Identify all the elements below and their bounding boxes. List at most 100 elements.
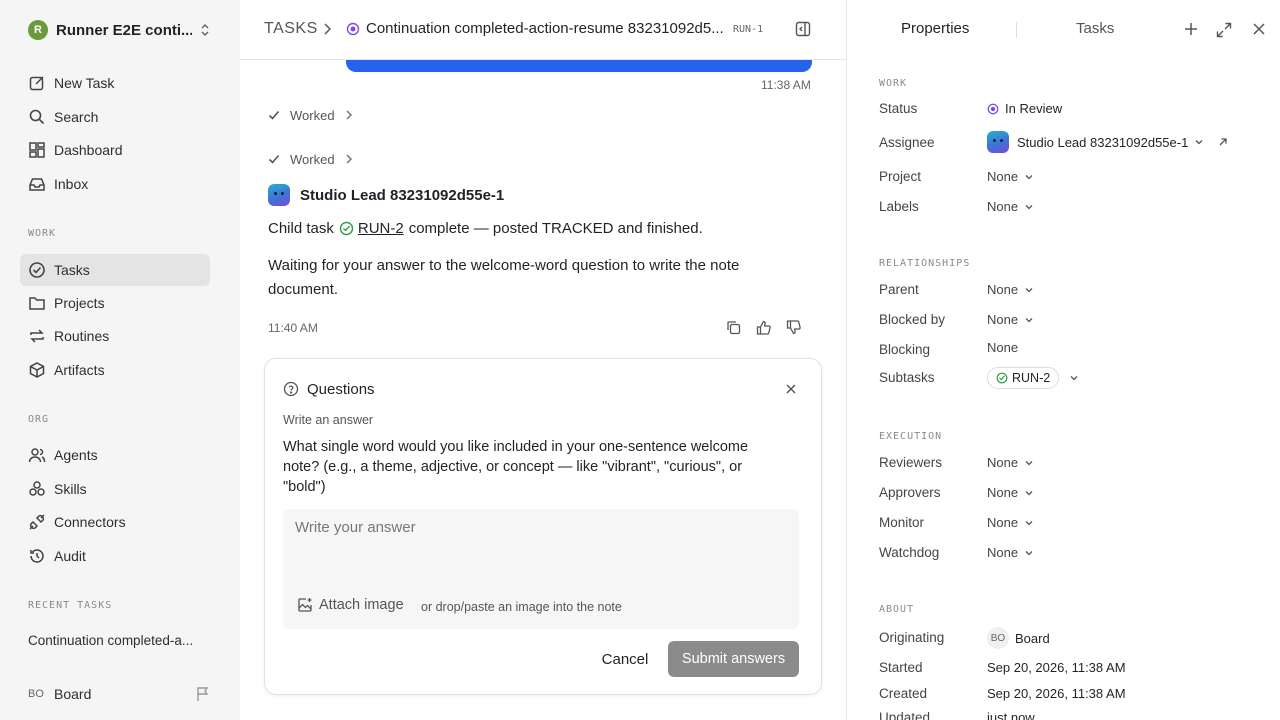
message-text: complete — posted TRACKED and finished. <box>408 220 703 237</box>
nav-dashboard[interactable]: Dashboard <box>20 134 210 166</box>
nav-routines[interactable]: Routines <box>20 320 210 352</box>
worked-toggle[interactable]: Worked <box>268 150 353 168</box>
help-circle-icon <box>283 381 299 397</box>
subtask-chip[interactable]: RUN-2 <box>987 367 1060 389</box>
nav-agents[interactable]: Agents <box>20 439 210 471</box>
nav-label: Agents <box>54 447 98 463</box>
section-label-org: ORG <box>28 414 50 425</box>
property-label: Started <box>879 660 923 675</box>
expand-icon[interactable] <box>1216 22 1232 38</box>
close-icon[interactable] <box>785 383 797 395</box>
blocked-by-value[interactable]: None <box>987 312 1034 327</box>
cancel-button[interactable]: Cancel <box>593 641 657 677</box>
answer-input[interactable] <box>283 509 799 579</box>
chevron-down-icon <box>1024 518 1034 528</box>
tab-tasks[interactable]: Tasks <box>1076 20 1114 37</box>
flag-icon[interactable] <box>196 686 210 702</box>
project-text: None <box>987 169 1019 184</box>
nav-label: Skills <box>54 481 87 497</box>
history-icon <box>28 547 46 565</box>
repeat-icon <box>28 327 46 345</box>
reviewers-value[interactable]: None <box>987 455 1034 470</box>
chevron-down-icon <box>1024 172 1034 182</box>
created-value: Sep 20, 2026, 11:38 AM <box>987 686 1126 701</box>
tab-properties[interactable]: Properties <box>901 20 969 37</box>
nav-artifacts[interactable]: Artifacts <box>20 354 210 386</box>
check-circle-icon <box>28 261 46 279</box>
property-label: Updated <box>879 710 931 720</box>
nav-search[interactable]: Search <box>20 101 210 133</box>
chevron-down-icon <box>1194 137 1204 147</box>
agent-avatar <box>268 184 290 206</box>
property-label: Parent <box>879 282 919 297</box>
workspace-logo: R <box>28 20 48 40</box>
subtasks-value: RUN-2 <box>987 367 1079 389</box>
user-menu[interactable]: BO Board <box>28 684 218 704</box>
question-text: What single word would you like included… <box>283 439 749 495</box>
worked-toggle[interactable]: Worked <box>268 106 353 124</box>
chevron-down-icon[interactable] <box>1069 373 1079 383</box>
assignee-name: Studio Lead 83231092d55e-1 <box>1017 134 1189 150</box>
status-value[interactable]: In Review <box>987 101 1062 116</box>
thumbs-down-icon[interactable] <box>786 320 801 335</box>
nav-label: Artifacts <box>54 362 105 378</box>
copy-icon[interactable] <box>726 320 741 335</box>
agent-name: Studio Lead 83231092d55e-1 <box>300 186 505 204</box>
project-value[interactable]: None <box>987 169 1034 184</box>
nav-label: Projects <box>54 295 105 311</box>
nav-label: Search <box>54 109 99 125</box>
search-icon <box>28 108 46 126</box>
nav-inbox[interactable]: Inbox <box>20 168 210 200</box>
watchdog-value[interactable]: None <box>987 545 1034 560</box>
property-label: Originating <box>879 630 945 645</box>
approvers-value[interactable]: None <box>987 485 1034 500</box>
nav-tasks[interactable]: Tasks <box>20 254 210 286</box>
thumbs-up-icon[interactable] <box>756 320 771 335</box>
workspace-switcher[interactable]: R Runner E2E conti... <box>28 18 218 42</box>
plus-icon[interactable] <box>1184 22 1198 36</box>
property-label: Approvers <box>879 485 941 500</box>
property-label: Watchdog <box>879 545 940 560</box>
chevron-down-icon <box>1024 202 1034 212</box>
nav-skills[interactable]: Skills <box>20 473 210 505</box>
assignee-value[interactable]: Studio Lead 83231092d55e-1 <box>987 131 1228 153</box>
nav-projects[interactable]: Projects <box>20 287 210 319</box>
property-label: Created <box>879 686 928 701</box>
open-link-icon[interactable] <box>1218 137 1228 147</box>
folder-icon <box>28 294 46 312</box>
nav-audit[interactable]: Audit <box>20 540 210 572</box>
labels-value[interactable]: None <box>987 199 1034 214</box>
reviewers-text: None <box>987 455 1019 470</box>
chevron-down-icon <box>1024 488 1034 498</box>
compose-icon <box>28 74 46 92</box>
section-label-work: WORK <box>879 78 908 89</box>
breadcrumb-tasks[interactable]: TASKS <box>264 20 318 38</box>
nav-connectors[interactable]: Connectors <box>20 506 210 538</box>
task-link-run-2[interactable]: RUN-2 <box>358 220 404 237</box>
property-label: Status <box>879 101 918 116</box>
section-label-execution: EXECUTION <box>879 431 943 442</box>
chevron-right-icon <box>345 153 353 165</box>
panel-toggle-icon[interactable] <box>795 21 811 37</box>
parent-value[interactable]: None <box>987 282 1034 297</box>
attach-image-button[interactable]: Attach image <box>297 597 404 613</box>
blocking-text: None <box>987 340 1019 355</box>
dashboard-icon <box>28 141 46 159</box>
user-avatar: BO <box>28 688 44 700</box>
originator-name: Board <box>1015 630 1050 646</box>
properties-panel: Properties Tasks WORK Status In Review A… <box>846 0 1280 720</box>
agent-message-text: Waiting for your answer to the welcome-w… <box>268 257 740 298</box>
user-message-bubble <box>346 60 812 72</box>
nav-label: Audit <box>54 548 86 564</box>
close-icon[interactable] <box>1252 22 1266 36</box>
submit-answers-button[interactable]: Submit answers <box>668 641 799 677</box>
nav-new-task[interactable]: New Task <box>20 67 210 99</box>
watchdog-text: None <box>987 545 1019 560</box>
property-label: Blocking <box>879 342 931 357</box>
nav-label: Routines <box>54 328 110 344</box>
recent-task-item[interactable]: Continuation completed-a... <box>28 633 218 648</box>
task-id: RUN-1 <box>733 24 764 35</box>
monitor-value[interactable]: None <box>987 515 1034 530</box>
blocked-by-text: None <box>987 312 1019 327</box>
check-circle-icon <box>996 372 1008 384</box>
